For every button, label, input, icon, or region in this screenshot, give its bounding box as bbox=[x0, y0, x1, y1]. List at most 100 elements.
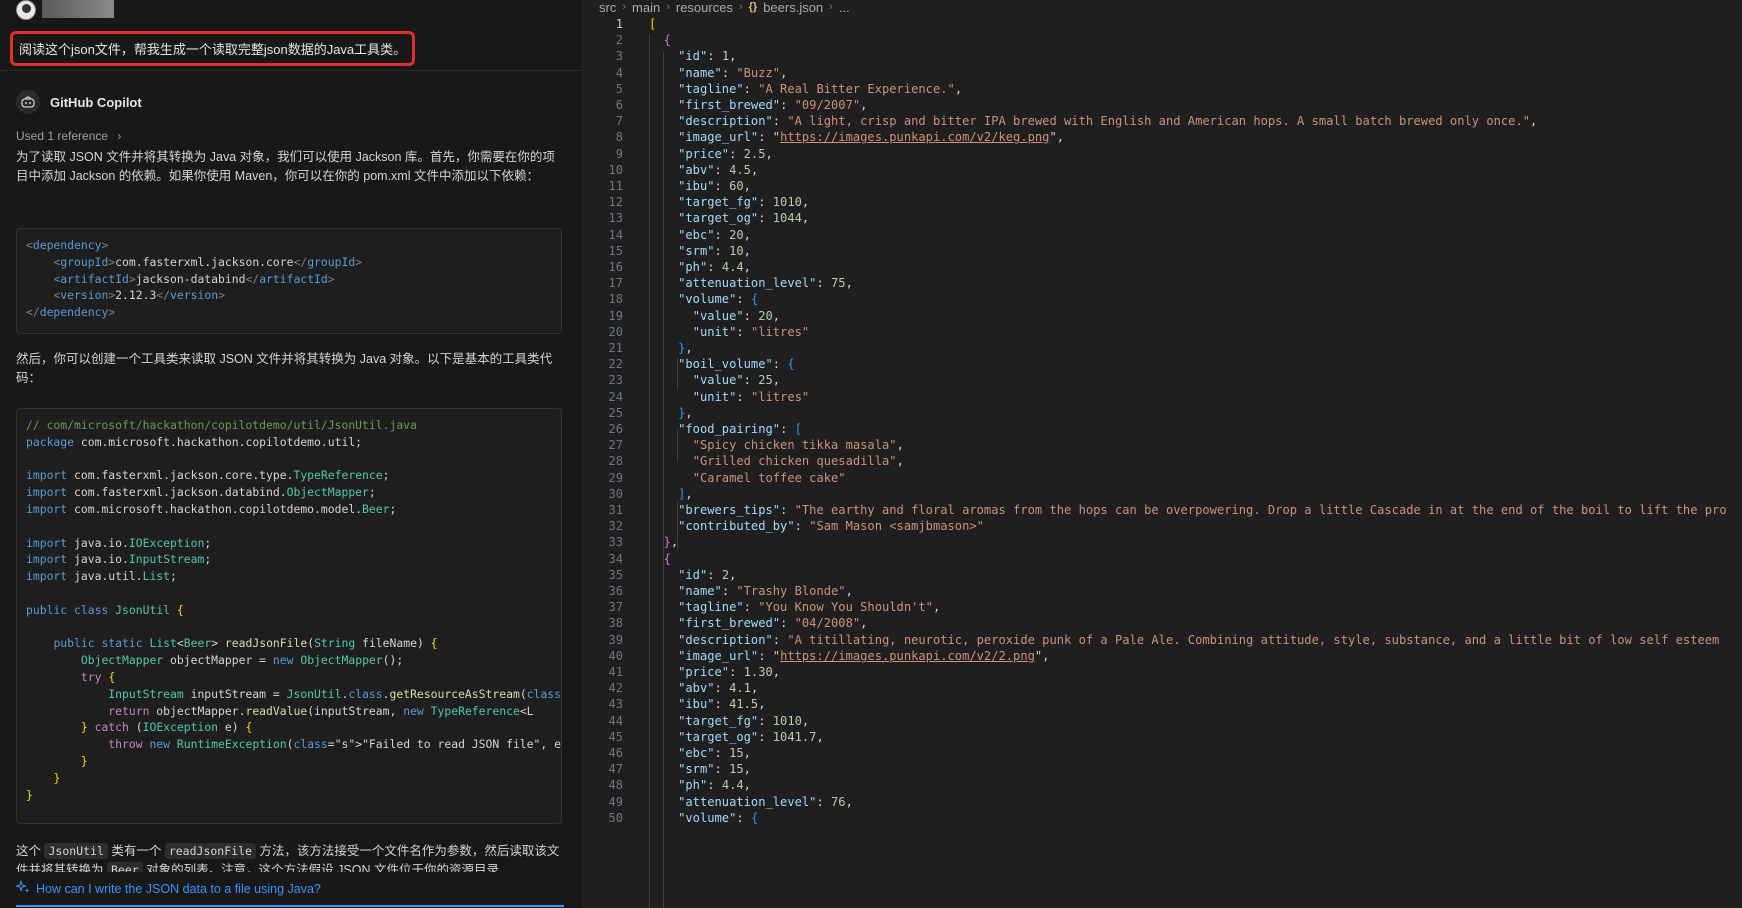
code-line[interactable]: "target_fg": 1010, bbox=[649, 714, 809, 728]
code-line[interactable]: "srm": 10, bbox=[649, 244, 751, 258]
java-code: // com/microsoft/hackathon/copilotdemo/u… bbox=[26, 418, 561, 802]
code-line[interactable]: "price": 2.5, bbox=[649, 147, 773, 161]
code-line[interactable]: ], bbox=[649, 487, 693, 501]
code-line[interactable]: "target_fg": 1010, bbox=[649, 195, 809, 209]
jsonutil-inline-code: JsonUtil bbox=[44, 843, 108, 859]
breadcrumb-main[interactable]: main bbox=[632, 0, 660, 15]
chevron-right-icon: › bbox=[117, 129, 122, 143]
code-line[interactable]: "abv": 4.1, bbox=[649, 681, 758, 695]
code-line[interactable]: "abv": 4.5, bbox=[649, 163, 758, 177]
breadcrumb-file[interactable]: beers.json bbox=[763, 0, 823, 15]
response-paragraph-3: 这个 JsonUtil 类有一个 readJsonFile 方法，该方法接受一个… bbox=[16, 842, 562, 872]
line-number: 39 bbox=[608, 632, 623, 647]
p3-text-a: 这个 bbox=[16, 844, 45, 858]
code-line[interactable]: "name": "Buzz", bbox=[649, 66, 787, 80]
code-line[interactable]: "tagline": "You Know You Shouldn't", bbox=[649, 600, 940, 614]
code-line[interactable]: "Spicy chicken tikka masala", bbox=[649, 438, 904, 452]
java-code-block[interactable]: // com/microsoft/hackathon/copilotdemo/u… bbox=[16, 408, 562, 824]
code-line[interactable]: "target_og": 1041.7, bbox=[649, 730, 824, 744]
used-reference-toggle[interactable]: Used 1 reference › bbox=[16, 129, 121, 143]
used-reference-label: Used 1 reference bbox=[16, 129, 109, 143]
code-line[interactable]: "unit": "litres" bbox=[649, 390, 810, 404]
code-line[interactable]: "name": "Trashy Blonde", bbox=[649, 584, 853, 598]
beer-inline-code: Beer bbox=[106, 862, 143, 872]
breadcrumb-resources[interactable]: resources bbox=[676, 0, 733, 15]
code-line[interactable]: "price": 1.30, bbox=[649, 665, 780, 679]
code-line[interactable]: "first_brewed": "04/2008", bbox=[649, 616, 867, 630]
code-line[interactable]: "Grilled chicken quesadilla", bbox=[649, 454, 904, 468]
line-number: 38 bbox=[608, 616, 623, 631]
maven-code: <dependency> <groupId>com.fasterxml.jack… bbox=[26, 238, 363, 320]
line-number: 50 bbox=[608, 810, 623, 825]
line-number: 40 bbox=[608, 648, 623, 663]
line-number: 42 bbox=[608, 681, 623, 696]
code-line[interactable]: "ph": 4.4, bbox=[649, 778, 751, 792]
bot-header: GitHub Copilot bbox=[16, 90, 142, 114]
code-line[interactable]: "ebc": 20, bbox=[649, 228, 751, 242]
line-number: 11 bbox=[608, 179, 623, 193]
line-number: 44 bbox=[608, 713, 623, 728]
line-number: 5 bbox=[615, 81, 623, 96]
code-line[interactable]: "value": 25, bbox=[649, 373, 780, 387]
code-line[interactable]: "value": 20, bbox=[649, 309, 780, 323]
chevron-right-icon: › bbox=[622, 1, 627, 13]
code-line[interactable]: "boil_volume": { bbox=[649, 357, 795, 371]
code-line[interactable]: "image_url": "https://images.punkapi.com… bbox=[649, 649, 1049, 663]
code-line[interactable]: "description": "A light, crisp and bitte… bbox=[649, 114, 1537, 128]
code-line[interactable]: "id": 1, bbox=[649, 49, 736, 63]
code-line[interactable]: [ bbox=[649, 17, 656, 31]
code-line[interactable]: { bbox=[649, 552, 671, 566]
line-number: 22 bbox=[608, 357, 623, 372]
code-line[interactable]: "Caramel toffee cake" bbox=[649, 471, 846, 485]
readjsonfile-inline-code: readJsonFile bbox=[164, 843, 256, 859]
line-number: 6 bbox=[615, 98, 623, 112]
breadcrumb-src[interactable]: src bbox=[599, 0, 616, 15]
code-line[interactable]: "tagline": "A Real Bitter Experience.", bbox=[649, 82, 962, 96]
code-line[interactable]: "id": 2, bbox=[649, 568, 736, 582]
code-line[interactable]: "contributed_by": "Sam Mason <samjbmason… bbox=[649, 519, 984, 533]
code-line[interactable]: "attenuation_level": 76, bbox=[649, 795, 853, 809]
code-line[interactable]: "volume": { bbox=[649, 292, 758, 306]
code-line[interactable]: }, bbox=[649, 406, 693, 420]
line-number: 28 bbox=[608, 454, 623, 469]
bot-name: GitHub Copilot bbox=[50, 94, 142, 110]
code-line[interactable]: "ibu": 60, bbox=[649, 179, 751, 193]
json-editor[interactable]: src › main › resources › {} beers.json ›… bbox=[583, 0, 1742, 908]
code-line[interactable]: "unit": "litres" bbox=[649, 325, 810, 339]
line-number: 25 bbox=[608, 405, 623, 420]
line-number: 29 bbox=[608, 470, 623, 485]
user-avatar bbox=[16, 0, 36, 20]
line-number: 46 bbox=[608, 746, 623, 760]
code-line[interactable]: "food_pairing": [ bbox=[649, 422, 802, 436]
code-line[interactable]: "ph": 4.4, bbox=[649, 260, 751, 274]
code-line[interactable]: "first_brewed": "09/2007", bbox=[649, 98, 867, 112]
code-line[interactable]: { bbox=[649, 33, 671, 47]
code-line[interactable]: }, bbox=[649, 341, 693, 355]
copilot-icon bbox=[16, 90, 40, 114]
line-number: 23 bbox=[608, 373, 623, 388]
follow-up-suggestion[interactable]: How can I write the JSON data to a file … bbox=[15, 880, 321, 897]
maven-code-block[interactable]: <dependency> <groupId>com.fasterxml.jack… bbox=[16, 228, 562, 334]
line-number: 17 bbox=[608, 276, 623, 291]
code-line[interactable]: "srm": 15, bbox=[649, 762, 751, 776]
code-line[interactable]: "target_og": 1044, bbox=[649, 211, 809, 225]
code-line[interactable]: }, bbox=[649, 535, 679, 549]
code-line[interactable]: "image_url": "https://images.punkapi.com… bbox=[649, 130, 1064, 144]
line-number: 8 bbox=[615, 130, 623, 145]
line-number: 45 bbox=[608, 729, 623, 744]
line-number: 33 bbox=[608, 535, 623, 550]
code-line[interactable]: "ibu": 41.5, bbox=[649, 697, 765, 711]
breadcrumb-more[interactable]: ... bbox=[839, 0, 850, 15]
sparkle-icon bbox=[15, 880, 30, 897]
response-paragraph-1: 为了读取 JSON 文件并将其转换为 Java 对象，我们可以使用 Jackso… bbox=[16, 150, 555, 183]
code-line[interactable]: "volume": { bbox=[649, 811, 758, 825]
user-name-redacted bbox=[42, 0, 114, 18]
code-line[interactable]: "description": "A titillating, neurotic,… bbox=[649, 633, 1719, 647]
chevron-right-icon: › bbox=[666, 1, 670, 13]
code-line[interactable]: "brewers_tips": "The earthy and floral a… bbox=[649, 503, 1726, 517]
code-line[interactable]: "attenuation_level": 75, bbox=[649, 276, 853, 290]
code-line[interactable]: "ebc": 15, bbox=[649, 746, 751, 760]
line-number: 32 bbox=[608, 519, 623, 534]
line-number: 37 bbox=[608, 600, 623, 615]
response-paragraph-2: 然后，你可以创建一个工具类来读取 JSON 文件并将其转换为 Java 对象。以… bbox=[16, 352, 553, 385]
